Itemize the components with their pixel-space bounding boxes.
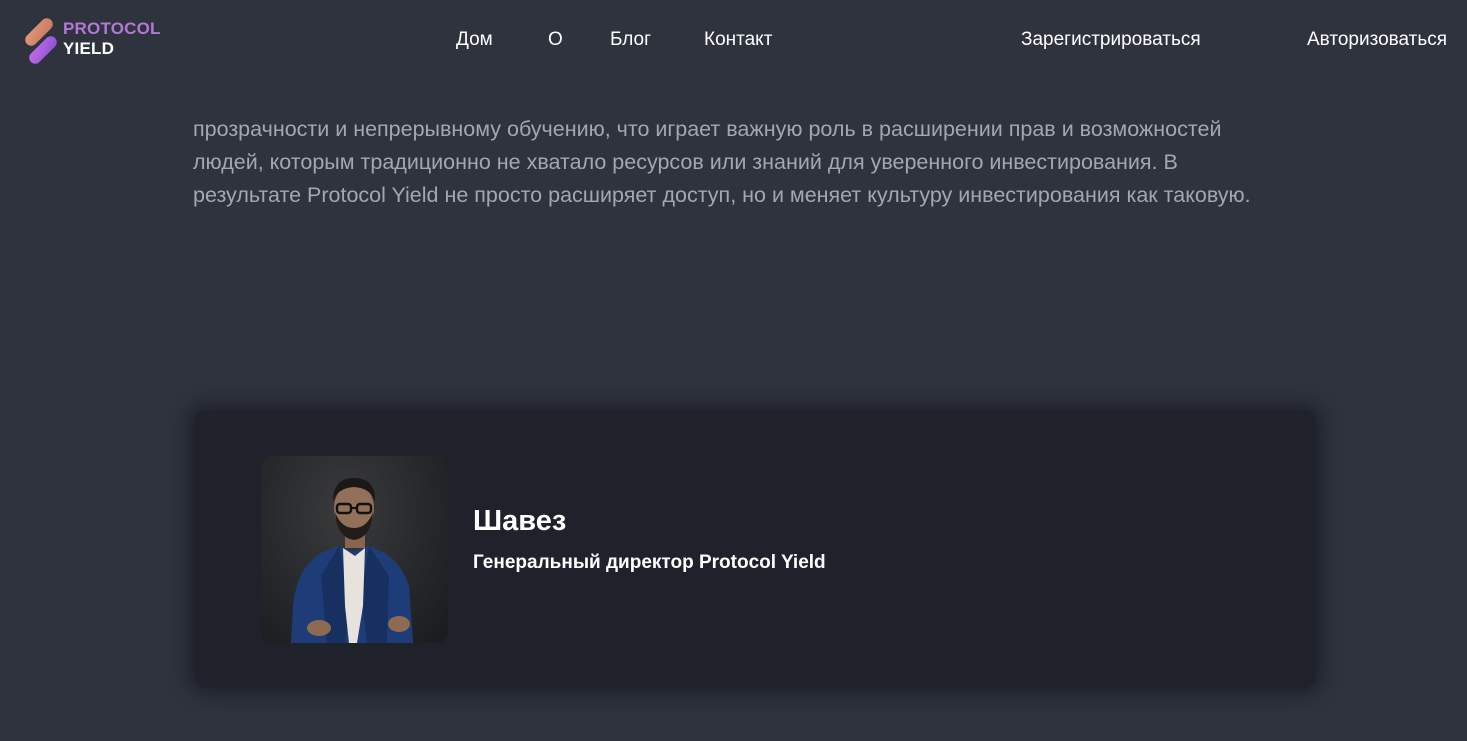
person-photo-avatar xyxy=(261,456,448,643)
nav-link-home[interactable]: Дом xyxy=(456,29,493,51)
register-link[interactable]: Зарегистрироваться xyxy=(1021,29,1201,51)
logo-word-protocol: PROTOCOL xyxy=(63,19,161,38)
logo-mark-icon xyxy=(25,18,57,64)
person-name: Шавез xyxy=(473,505,567,537)
person-role: Генеральный директор Protocol Yield xyxy=(473,552,826,573)
nav-link-about[interactable]: О xyxy=(548,29,563,51)
logo-word-yield: YIELD xyxy=(63,39,115,58)
intro-paragraph: прозрачности и непрерывному обучению, чт… xyxy=(193,117,1251,207)
login-link[interactable]: Авторизоваться xyxy=(1307,29,1447,51)
person-photo-icon xyxy=(291,478,413,643)
logo-text: PROTOCOL YIELD xyxy=(63,19,161,59)
site-header: PROTOCOL YIELD Дом О Блог Контакт Зареги… xyxy=(0,0,1467,82)
person-card: Шавез Генеральный директор Protocol Yiel… xyxy=(194,410,1316,688)
logo-link[interactable]: PROTOCOL YIELD xyxy=(24,16,174,66)
nav-link-blog[interactable]: Блог xyxy=(610,29,651,51)
nav-link-contact[interactable]: Контакт xyxy=(704,29,772,51)
